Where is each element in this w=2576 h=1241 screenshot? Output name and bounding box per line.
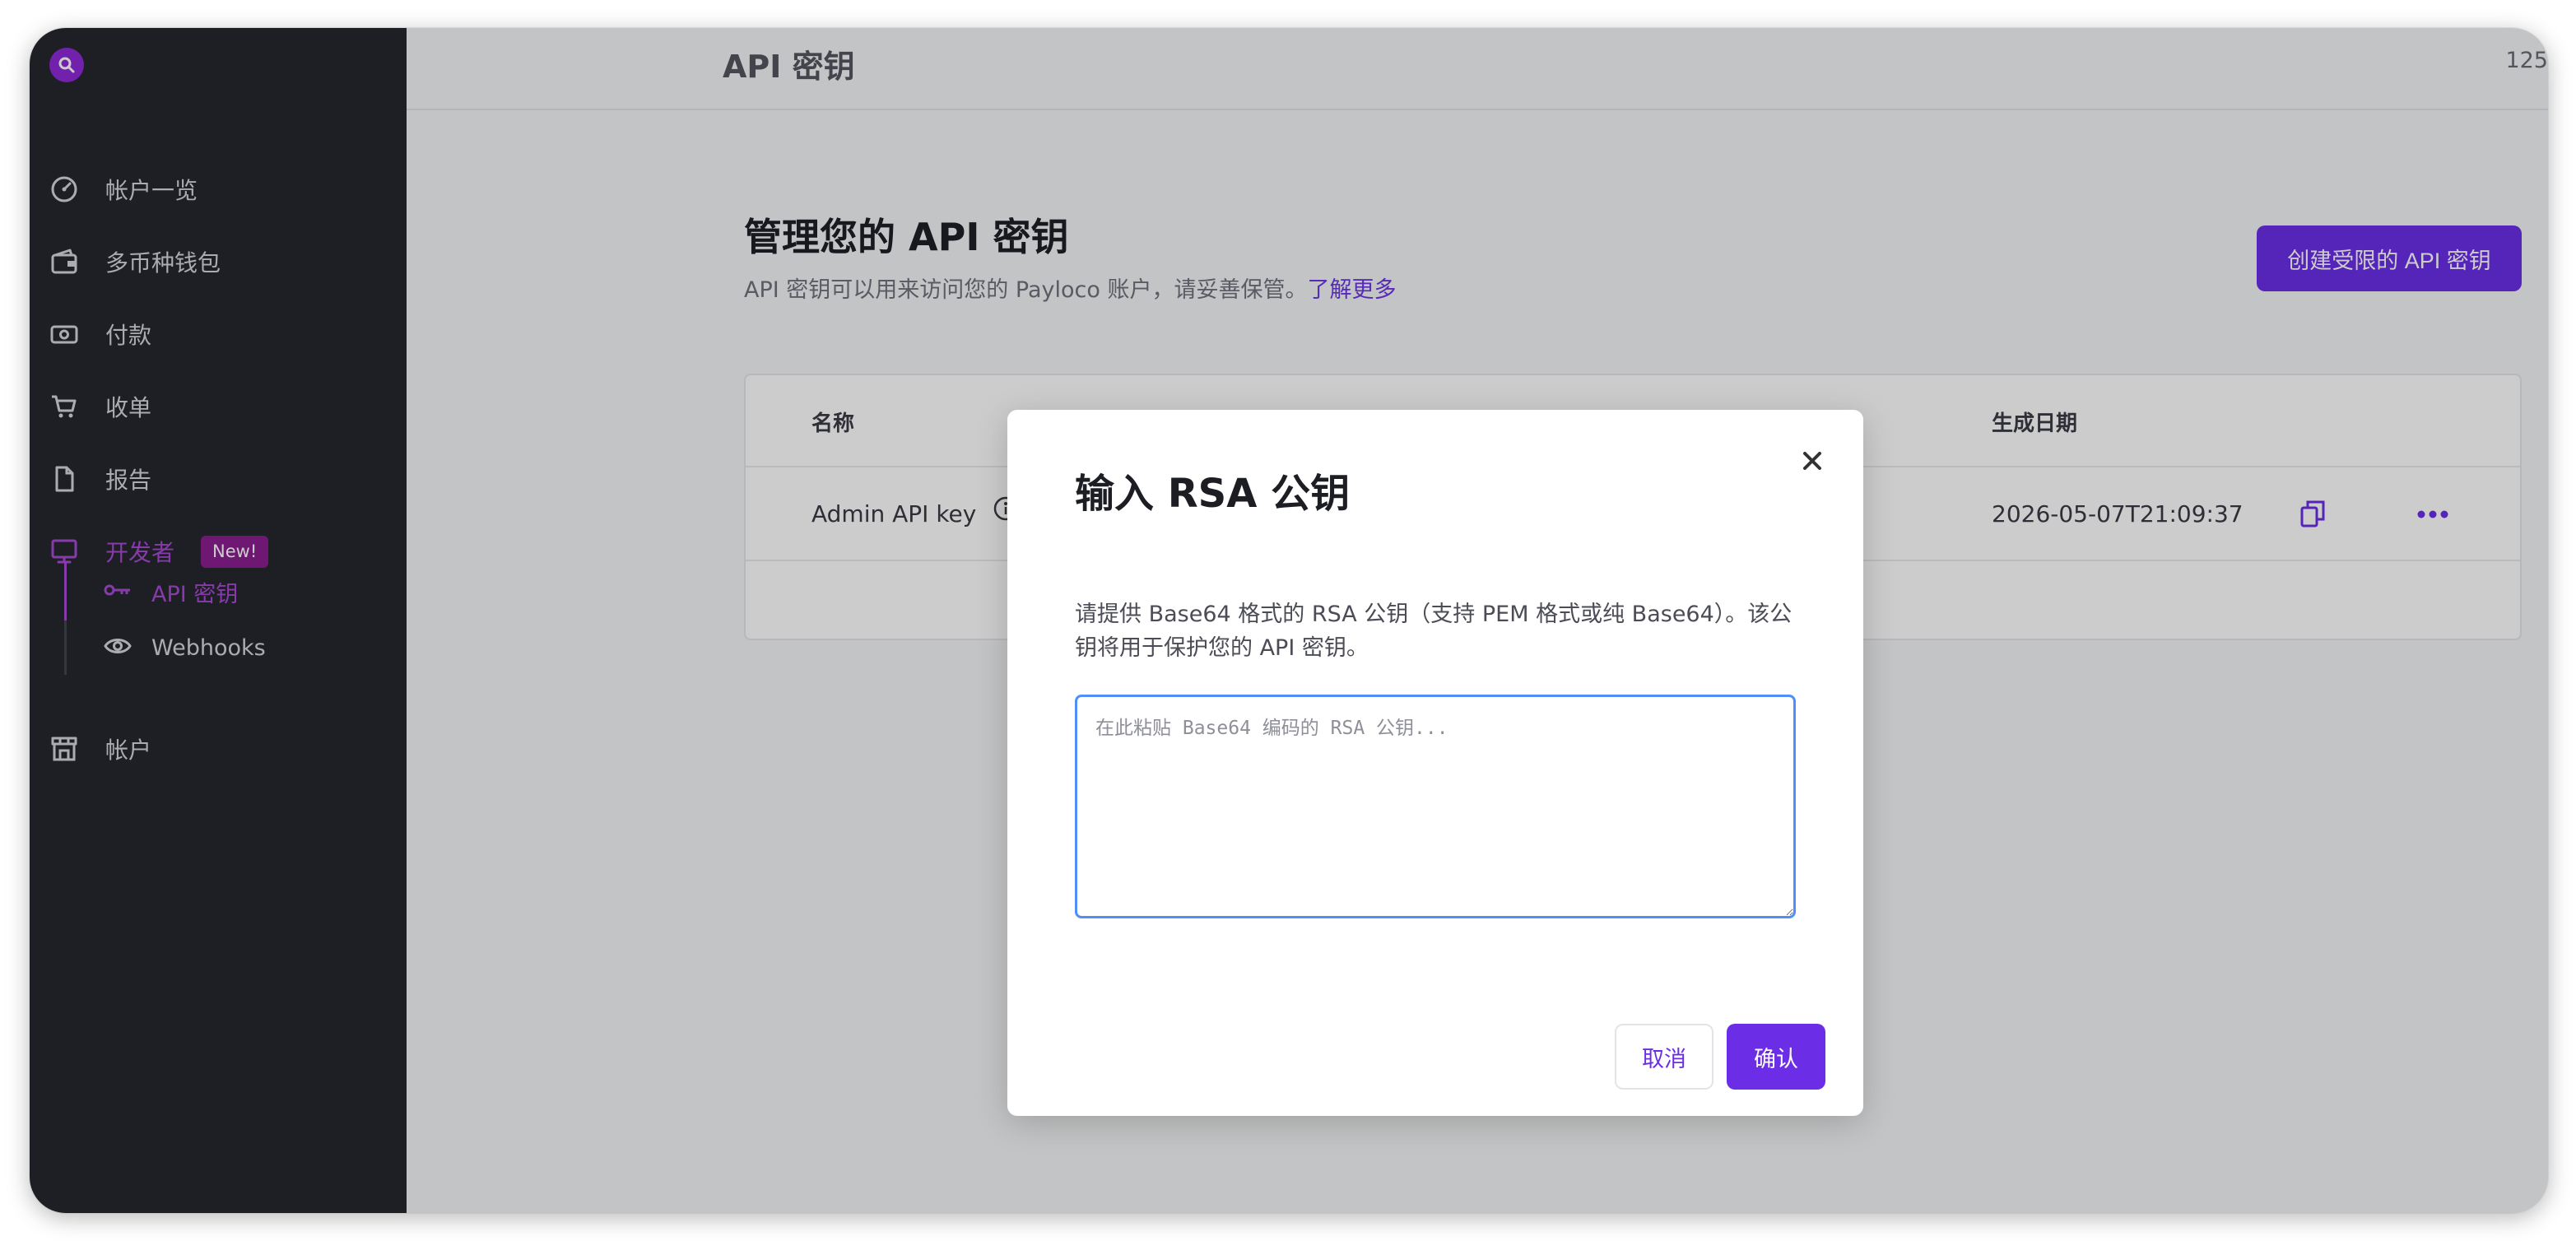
close-icon[interactable] <box>1796 444 1829 477</box>
modal-title: 输入 RSA 公钥 <box>1075 471 1351 517</box>
rsa-public-key-input[interactable] <box>1075 695 1796 918</box>
cancel-button[interactable]: 取消 <box>1615 1024 1713 1090</box>
app-window: 帐户一览 多币种钱包 付款 收单 报告 开发者 New! API 密钥 Webh… <box>30 28 2548 1213</box>
rsa-key-modal: 输入 RSA 公钥 请提供 Base64 格式的 RSA 公钥（支持 PEM 格… <box>1007 410 1863 1116</box>
modal-description: 请提供 Base64 格式的 RSA 公钥（支持 PEM 格式或纯 Base64… <box>1075 602 1793 661</box>
confirm-button[interactable]: 确认 <box>1727 1024 1825 1090</box>
